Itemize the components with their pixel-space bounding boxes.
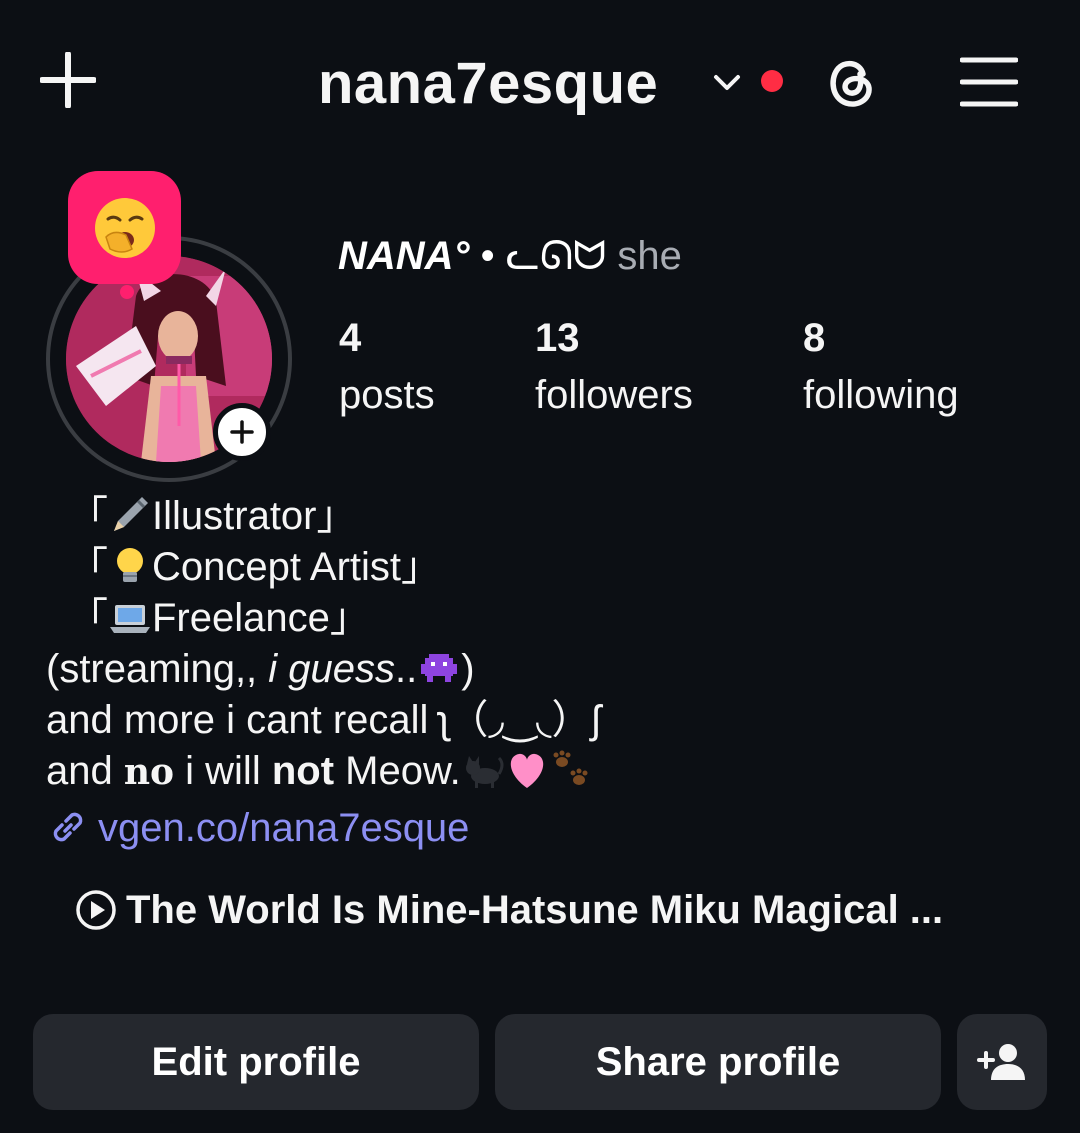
note-bubble-tail	[120, 285, 134, 299]
bio-bracket: 「	[68, 494, 108, 538]
followers-label: followers	[535, 373, 693, 417]
music-title: The World Is Mine-Hatsune Miku Magical .…	[126, 888, 944, 932]
bio-line: 「 Freelance」	[46, 593, 1046, 644]
notification-dot	[761, 70, 783, 92]
display-name: NANA°	[338, 234, 470, 278]
link-text: vgen.co/nana7esque	[98, 806, 470, 850]
name-separator: •	[469, 234, 506, 278]
bio-text: Freelance」	[152, 596, 370, 640]
paw-prints-icon	[553, 750, 588, 785]
add-person-icon	[977, 1044, 1025, 1080]
link-icon	[53, 812, 83, 842]
bio-text: i will	[174, 749, 272, 793]
plus-icon	[230, 420, 254, 444]
alien-monster-icon	[421, 654, 458, 682]
black-cat-icon	[465, 756, 504, 788]
laptop-icon	[110, 605, 150, 633]
edit-profile-button[interactable]: Edit profile	[33, 1014, 479, 1110]
pencil-icon	[114, 497, 148, 531]
plus-icon[interactable]	[40, 52, 96, 108]
threads-icon[interactable]	[822, 52, 882, 112]
followers-count: 13	[535, 316, 580, 360]
following-count: 8	[803, 316, 826, 360]
bio-text: Illustrator」	[152, 494, 357, 538]
bio-line: (streaming,, i guess..)	[46, 644, 1046, 695]
top-bar: nana7esque	[0, 0, 1080, 165]
full-name: NANA° • ᓚᘏᗢ she	[338, 230, 682, 282]
bio-text: and	[46, 749, 124, 793]
stat-followers[interactable]: 13 followers	[535, 312, 693, 426]
bio-line: 「 Concept Artist」	[46, 542, 1046, 593]
bio-text: Meow.	[334, 749, 461, 793]
share-profile-button[interactable]: Share profile	[495, 1014, 941, 1110]
bio-text: Concept Artist」	[152, 545, 442, 589]
chevron-down-icon[interactable]	[712, 72, 742, 94]
profile-music[interactable]: The World Is Mine-Hatsune Miku Magical .…	[74, 882, 1034, 938]
bio-text-bold: no	[123, 751, 175, 793]
pink-heart-icon	[510, 753, 543, 788]
account-username[interactable]: nana7esque	[318, 44, 658, 124]
pronouns: she	[606, 234, 682, 278]
profile-page: nana7esque NANA° • ᓚᘏᗢ she 4 posts 13 fo…	[0, 0, 1080, 1133]
bio-line: and more i cant recall ʅ（◞‿◟）ʃ	[46, 698, 601, 742]
bio-bracket: 「	[68, 545, 108, 589]
yawning-face-icon	[95, 198, 155, 258]
bio-bracket: 「	[68, 596, 108, 640]
stat-posts[interactable]: 4 posts	[339, 312, 435, 426]
bio-line: and no i will not Meow.	[46, 746, 1046, 798]
profile-link[interactable]: vgen.co/nana7esque	[46, 802, 469, 854]
following-label: following	[803, 373, 959, 417]
menu-icon[interactable]	[960, 56, 1018, 108]
play-circle-icon	[76, 890, 116, 930]
discover-people-button[interactable]	[957, 1014, 1047, 1110]
add-story-button[interactable]	[213, 403, 271, 461]
bio-text: (streaming,,	[46, 647, 269, 691]
posts-count: 4	[339, 316, 362, 360]
bio: 「 Illustrator」 「 Concept Artist」 「 Freelanc…	[46, 491, 1046, 798]
bio-line: 「 Illustrator」	[46, 491, 1046, 542]
bio-text-bold: not	[271, 749, 335, 793]
posts-label: posts	[339, 373, 435, 417]
bio-text: )	[461, 647, 475, 691]
bio-text: ..	[395, 647, 418, 691]
stat-following[interactable]: 8 following	[803, 312, 959, 426]
bio-text-italic: i guess	[268, 647, 396, 691]
light-bulb-icon	[117, 548, 143, 582]
name-decoration: ᓚᘏᗢ	[505, 234, 607, 278]
